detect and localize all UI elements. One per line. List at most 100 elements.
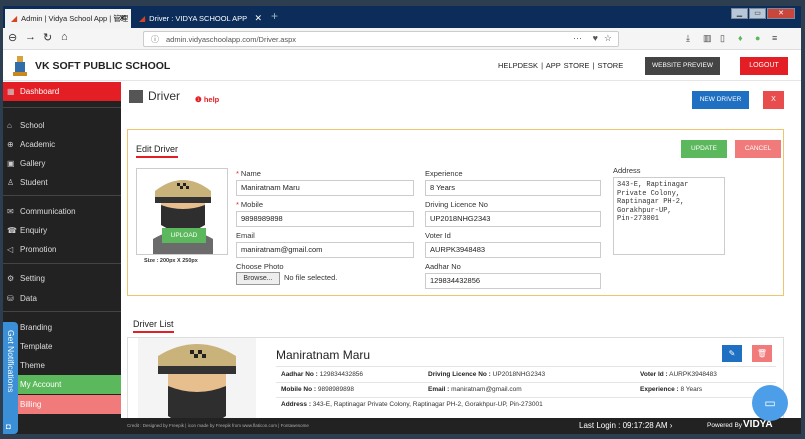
email-field[interactable]: maniratnam@gmail.com xyxy=(236,242,414,258)
new-tab-button[interactable]: + xyxy=(271,9,278,23)
sidebar-item-gallery[interactable]: ▣ Gallery xyxy=(3,154,121,173)
tab-driver[interactable]: ◢ Driver : VIDYA SCHOOL APP ✕ xyxy=(133,9,267,28)
experience-field[interactable]: 8 Years xyxy=(425,180,601,196)
chevron-right-icon: › xyxy=(669,421,673,430)
card-divider xyxy=(276,397,776,398)
sidebar-item-theme[interactable]: Theme xyxy=(3,356,121,375)
edit-icon: ✎ xyxy=(728,349,736,358)
maximize-button[interactable]: ▭ xyxy=(749,8,766,19)
sidebar-item-template[interactable]: Template xyxy=(3,337,121,356)
sidebar-item-data[interactable]: ⛁ Data xyxy=(3,289,121,308)
sidebar-item-billing[interactable]: Billing xyxy=(3,395,121,414)
header-links[interactable]: HELPDESK | APP STORE | STORE xyxy=(498,61,623,70)
forward-icon[interactable]: → xyxy=(25,31,36,43)
sidebar-item-school[interactable]: ⌂ School xyxy=(3,116,121,135)
sidebar-item-academic[interactable]: ⊕ Academic xyxy=(3,135,121,154)
bookmark-star-icon[interactable]: ☆ xyxy=(604,33,612,44)
address-textarea[interactable]: 343-E, Raptinagar Private Colony, Raptin… xyxy=(613,177,725,255)
get-notifications-tab[interactable]: Get Notifications ◘ xyxy=(3,322,18,434)
sidebar-item-promotion[interactable]: ◁ Promotion xyxy=(3,240,121,259)
address-label: Address xyxy=(613,166,641,175)
voter-info-label: Voter Id : xyxy=(640,371,668,378)
extension-icon[interactable]: ♦ xyxy=(738,33,743,43)
library-icon[interactable]: ▥ xyxy=(703,33,712,44)
sidebar-item-dashboard[interactable]: ▦ Dashboard xyxy=(3,82,121,101)
minimize-button[interactable]: ▁ xyxy=(731,8,748,19)
experience-info-label: Experience : xyxy=(640,386,679,393)
chat-button[interactable]: ▭ xyxy=(752,385,788,421)
driver-card-avatar-icon xyxy=(138,338,256,426)
sidebar-divider xyxy=(3,263,121,264)
help-link[interactable]: ❶ help xyxy=(195,95,219,104)
no-file-text: No file selected. xyxy=(284,273,338,282)
sidebar-item-label: Promotion xyxy=(20,245,57,254)
edit-driver-panel: Edit Driver UPDATE CANCEL UPLOAD Size : … xyxy=(127,129,784,296)
sidebar-item-communication[interactable]: ✉ Communication xyxy=(3,202,121,221)
sidebar-item-label: Template xyxy=(20,342,53,351)
cancel-button[interactable]: CANCEL xyxy=(735,140,781,158)
reload-icon[interactable]: ↻ xyxy=(43,31,52,44)
tab-close-icon[interactable]: ✕ xyxy=(118,13,126,24)
page-actions-icon[interactable]: ··· xyxy=(573,33,582,43)
sidebar-item-label: Student xyxy=(20,178,48,187)
back-icon[interactable]: ⊖ xyxy=(8,31,17,44)
url-bar[interactable]: ⓘ admin.vidyaschoolapp.com/Driver.aspx ·… xyxy=(143,31,619,47)
logout-button[interactable]: LOGOUT xyxy=(740,57,788,75)
sidebar-item-enquiry[interactable]: ☎ Enquiry xyxy=(3,221,121,240)
address-info: Address : 343-E, Raptinagar Private Colo… xyxy=(281,401,543,408)
website-preview-button[interactable]: WEBSITE PREVIEW xyxy=(645,57,720,75)
menu-icon[interactable]: ≡ xyxy=(772,33,777,43)
sidebar-item-my-account[interactable]: My Account xyxy=(3,375,121,394)
voter-info: Voter Id : AURPK3948483 xyxy=(640,371,717,378)
name-field[interactable]: Maniratnam Maru xyxy=(236,180,414,196)
promotion-icon: ◁ xyxy=(7,245,14,254)
home-icon[interactable]: ⌂ xyxy=(61,31,68,43)
help-label: help xyxy=(203,95,220,104)
update-button[interactable]: UPDATE xyxy=(681,140,727,158)
delete-driver-button[interactable]: 🗑 xyxy=(752,345,772,362)
page-title: Driver xyxy=(129,89,180,104)
licence-field[interactable]: UP2018NHG2343 xyxy=(425,211,601,227)
tab-bar: ◢ Admin | Vidya School App | 管理 ✕ ◢ Driv… xyxy=(3,6,801,28)
sidebar-item-branding[interactable]: Branding xyxy=(3,318,121,337)
school-logo-icon xyxy=(13,56,27,76)
academic-icon: ⊕ xyxy=(7,140,14,149)
pocket-icon[interactable]: ♥ xyxy=(593,33,598,43)
driver-name: Maniratnam Maru xyxy=(276,348,371,362)
sidebar-item-student[interactable]: ♙ Student xyxy=(3,173,121,192)
mobile-field[interactable]: 9898989898 xyxy=(236,211,414,227)
footer-credit: Credit : Designed by Freepik | icon made… xyxy=(127,423,309,428)
browse-button[interactable]: Browse... xyxy=(236,272,280,285)
sidebar-item-label: Dashboard xyxy=(20,87,60,96)
address-info-label: Address : xyxy=(281,401,311,408)
mobile-info: Mobile No : 9898989898 xyxy=(281,386,354,393)
aadhar-field[interactable]: 129834432856 xyxy=(425,273,601,289)
extension2-icon[interactable]: ● xyxy=(755,33,760,43)
sidebar-icon[interactable]: ▯ xyxy=(720,33,725,44)
sidebar-divider xyxy=(3,107,121,108)
trash-icon: 🗑 xyxy=(756,349,768,358)
site-info-icon[interactable]: ⓘ xyxy=(151,34,159,45)
edit-driver-button[interactable]: ✎ xyxy=(722,345,742,362)
address-info-value: 343-E, Raptinagar Private Colony, Raptin… xyxy=(312,401,543,408)
sidebar-item-setting[interactable]: ⚙ Setting xyxy=(3,269,121,288)
name-label: * Name xyxy=(236,169,261,178)
size-hint: Size : 200px X 250px xyxy=(144,258,198,264)
sidebar-item-label: Communication xyxy=(20,207,76,216)
last-login-text: Last Login : 09:17:28 AM xyxy=(579,421,668,430)
close-page-button[interactable]: X xyxy=(763,91,784,109)
download-icon[interactable]: ⤓ xyxy=(686,33,690,44)
communication-icon: ✉ xyxy=(7,207,14,216)
tab-close-icon[interactable]: ✕ xyxy=(254,13,262,24)
aadhar-info-label: Aadhar No : xyxy=(281,371,318,378)
sidebar-item-label: Enquiry xyxy=(20,226,48,235)
upload-button[interactable]: UPLOAD xyxy=(162,228,206,243)
licence-info: Driving Licence No : UP2018NHG2343 xyxy=(428,371,545,378)
window-close-button[interactable]: ✕ xyxy=(767,8,795,19)
voter-field[interactable]: AURPK3948483 xyxy=(425,242,601,258)
window-controls: ▁ ▭ ✕ xyxy=(731,8,795,19)
experience-info: Experience : 8 Years xyxy=(640,386,702,393)
new-driver-button[interactable]: NEW DRIVER xyxy=(692,91,749,109)
page-title-text: Driver xyxy=(148,89,180,103)
tab-admin[interactable]: ◢ Admin | Vidya School App | 管理 ✕ xyxy=(5,9,131,28)
